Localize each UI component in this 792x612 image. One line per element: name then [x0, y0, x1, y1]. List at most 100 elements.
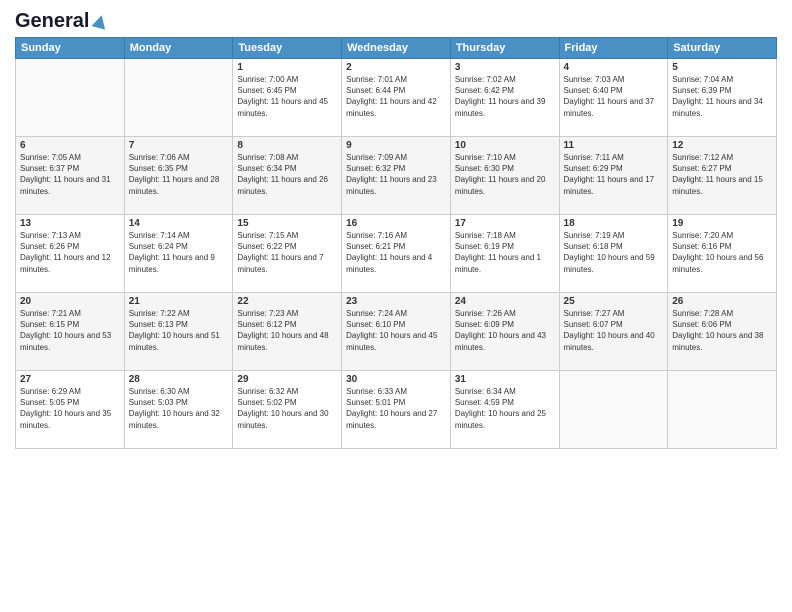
weekday-header-thursday: Thursday	[450, 38, 559, 59]
day-info: Sunrise: 7:16 AMSunset: 6:21 PMDaylight:…	[346, 230, 446, 275]
weekday-header-monday: Monday	[124, 38, 233, 59]
day-info: Sunrise: 7:19 AMSunset: 6:18 PMDaylight:…	[564, 230, 664, 275]
day-number: 27	[20, 374, 120, 385]
calendar-day-cell: 24Sunrise: 7:26 AMSunset: 6:09 PMDayligh…	[450, 293, 559, 371]
day-number: 22	[237, 296, 337, 307]
day-info: Sunrise: 7:05 AMSunset: 6:37 PMDaylight:…	[20, 152, 120, 197]
calendar-day-cell: 18Sunrise: 7:19 AMSunset: 6:18 PMDayligh…	[559, 215, 668, 293]
calendar-day-cell: 23Sunrise: 7:24 AMSunset: 6:10 PMDayligh…	[342, 293, 451, 371]
day-info: Sunrise: 7:04 AMSunset: 6:39 PMDaylight:…	[672, 74, 772, 119]
calendar-day-cell: 14Sunrise: 7:14 AMSunset: 6:24 PMDayligh…	[124, 215, 233, 293]
day-info: Sunrise: 7:15 AMSunset: 6:22 PMDaylight:…	[237, 230, 337, 275]
day-number: 12	[672, 140, 772, 151]
day-info: Sunrise: 7:03 AMSunset: 6:40 PMDaylight:…	[564, 74, 664, 119]
day-info: Sunrise: 7:02 AMSunset: 6:42 PMDaylight:…	[455, 74, 555, 119]
weekday-header-sunday: Sunday	[16, 38, 125, 59]
calendar-week-row: 13Sunrise: 7:13 AMSunset: 6:26 PMDayligh…	[16, 215, 777, 293]
calendar-day-cell: 15Sunrise: 7:15 AMSunset: 6:22 PMDayligh…	[233, 215, 342, 293]
day-number: 3	[455, 62, 555, 73]
weekday-header-saturday: Saturday	[668, 38, 777, 59]
day-info: Sunrise: 7:06 AMSunset: 6:35 PMDaylight:…	[129, 152, 229, 197]
day-number: 5	[672, 62, 772, 73]
day-number: 15	[237, 218, 337, 229]
day-info: Sunrise: 7:10 AMSunset: 6:30 PMDaylight:…	[455, 152, 555, 197]
day-info: Sunrise: 7:14 AMSunset: 6:24 PMDaylight:…	[129, 230, 229, 275]
day-info: Sunrise: 6:32 AMSunset: 5:02 PMDaylight:…	[237, 386, 337, 431]
day-number: 9	[346, 140, 446, 151]
day-number: 29	[237, 374, 337, 385]
day-number: 16	[346, 218, 446, 229]
day-number: 13	[20, 218, 120, 229]
weekday-header-friday: Friday	[559, 38, 668, 59]
day-info: Sunrise: 7:20 AMSunset: 6:16 PMDaylight:…	[672, 230, 772, 275]
calendar-day-cell: 3Sunrise: 7:02 AMSunset: 6:42 PMDaylight…	[450, 59, 559, 137]
calendar-header-row: SundayMondayTuesdayWednesdayThursdayFrid…	[16, 38, 777, 59]
weekday-header-wednesday: Wednesday	[342, 38, 451, 59]
calendar-day-cell: 13Sunrise: 7:13 AMSunset: 6:26 PMDayligh…	[16, 215, 125, 293]
calendar-week-row: 27Sunrise: 6:29 AMSunset: 5:05 PMDayligh…	[16, 371, 777, 449]
calendar-day-cell: 21Sunrise: 7:22 AMSunset: 6:13 PMDayligh…	[124, 293, 233, 371]
day-number: 11	[564, 140, 664, 151]
calendar-week-row: 20Sunrise: 7:21 AMSunset: 6:15 PMDayligh…	[16, 293, 777, 371]
day-info: Sunrise: 7:01 AMSunset: 6:44 PMDaylight:…	[346, 74, 446, 119]
day-info: Sunrise: 7:23 AMSunset: 6:12 PMDaylight:…	[237, 308, 337, 353]
day-number: 18	[564, 218, 664, 229]
day-info: Sunrise: 7:22 AMSunset: 6:13 PMDaylight:…	[129, 308, 229, 353]
calendar-day-cell: 19Sunrise: 7:20 AMSunset: 6:16 PMDayligh…	[668, 215, 777, 293]
calendar-day-cell: 30Sunrise: 6:33 AMSunset: 5:01 PMDayligh…	[342, 371, 451, 449]
day-info: Sunrise: 7:08 AMSunset: 6:34 PMDaylight:…	[237, 152, 337, 197]
day-info: Sunrise: 6:30 AMSunset: 5:03 PMDaylight:…	[129, 386, 229, 431]
calendar-day-cell: 7Sunrise: 7:06 AMSunset: 6:35 PMDaylight…	[124, 137, 233, 215]
day-info: Sunrise: 7:24 AMSunset: 6:10 PMDaylight:…	[346, 308, 446, 353]
calendar-day-cell	[559, 371, 668, 449]
calendar-day-cell: 17Sunrise: 7:18 AMSunset: 6:19 PMDayligh…	[450, 215, 559, 293]
day-info: Sunrise: 7:27 AMSunset: 6:07 PMDaylight:…	[564, 308, 664, 353]
calendar-week-row: 1Sunrise: 7:00 AMSunset: 6:45 PMDaylight…	[16, 59, 777, 137]
calendar-day-cell: 25Sunrise: 7:27 AMSunset: 6:07 PMDayligh…	[559, 293, 668, 371]
day-info: Sunrise: 7:13 AMSunset: 6:26 PMDaylight:…	[20, 230, 120, 275]
calendar-day-cell: 16Sunrise: 7:16 AMSunset: 6:21 PMDayligh…	[342, 215, 451, 293]
calendar-day-cell: 10Sunrise: 7:10 AMSunset: 6:30 PMDayligh…	[450, 137, 559, 215]
calendar-day-cell: 2Sunrise: 7:01 AMSunset: 6:44 PMDaylight…	[342, 59, 451, 137]
calendar-day-cell: 9Sunrise: 7:09 AMSunset: 6:32 PMDaylight…	[342, 137, 451, 215]
day-info: Sunrise: 7:00 AMSunset: 6:45 PMDaylight:…	[237, 74, 337, 119]
day-number: 25	[564, 296, 664, 307]
logo-general: General	[15, 10, 89, 33]
calendar-table: SundayMondayTuesdayWednesdayThursdayFrid…	[15, 37, 777, 449]
day-number: 10	[455, 140, 555, 151]
day-number: 24	[455, 296, 555, 307]
day-number: 26	[672, 296, 772, 307]
calendar-day-cell: 20Sunrise: 7:21 AMSunset: 6:15 PMDayligh…	[16, 293, 125, 371]
day-number: 21	[129, 296, 229, 307]
day-number: 28	[129, 374, 229, 385]
day-number: 1	[237, 62, 337, 73]
calendar-body: 1Sunrise: 7:00 AMSunset: 6:45 PMDaylight…	[16, 59, 777, 449]
day-number: 2	[346, 62, 446, 73]
calendar-day-cell	[668, 371, 777, 449]
day-info: Sunrise: 7:21 AMSunset: 6:15 PMDaylight:…	[20, 308, 120, 353]
calendar-day-cell: 12Sunrise: 7:12 AMSunset: 6:27 PMDayligh…	[668, 137, 777, 215]
day-number: 14	[129, 218, 229, 229]
calendar-day-cell: 4Sunrise: 7:03 AMSunset: 6:40 PMDaylight…	[559, 59, 668, 137]
day-info: Sunrise: 7:11 AMSunset: 6:29 PMDaylight:…	[564, 152, 664, 197]
calendar-day-cell: 8Sunrise: 7:08 AMSunset: 6:34 PMDaylight…	[233, 137, 342, 215]
calendar-week-row: 6Sunrise: 7:05 AMSunset: 6:37 PMDaylight…	[16, 137, 777, 215]
calendar-day-cell: 22Sunrise: 7:23 AMSunset: 6:12 PMDayligh…	[233, 293, 342, 371]
page-header: General	[15, 10, 777, 29]
calendar-day-cell: 27Sunrise: 6:29 AMSunset: 5:05 PMDayligh…	[16, 371, 125, 449]
logo-triangle-icon	[92, 13, 109, 29]
day-info: Sunrise: 7:26 AMSunset: 6:09 PMDaylight:…	[455, 308, 555, 353]
calendar-day-cell	[16, 59, 125, 137]
day-info: Sunrise: 7:09 AMSunset: 6:32 PMDaylight:…	[346, 152, 446, 197]
calendar-day-cell: 31Sunrise: 6:34 AMSunset: 4:59 PMDayligh…	[450, 371, 559, 449]
day-number: 30	[346, 374, 446, 385]
day-number: 6	[20, 140, 120, 151]
day-info: Sunrise: 6:34 AMSunset: 4:59 PMDaylight:…	[455, 386, 555, 431]
calendar-day-cell	[124, 59, 233, 137]
logo: General	[15, 10, 107, 29]
calendar-day-cell: 29Sunrise: 6:32 AMSunset: 5:02 PMDayligh…	[233, 371, 342, 449]
day-number: 7	[129, 140, 229, 151]
day-info: Sunrise: 7:12 AMSunset: 6:27 PMDaylight:…	[672, 152, 772, 197]
calendar-day-cell: 5Sunrise: 7:04 AMSunset: 6:39 PMDaylight…	[668, 59, 777, 137]
day-info: Sunrise: 7:28 AMSunset: 6:06 PMDaylight:…	[672, 308, 772, 353]
